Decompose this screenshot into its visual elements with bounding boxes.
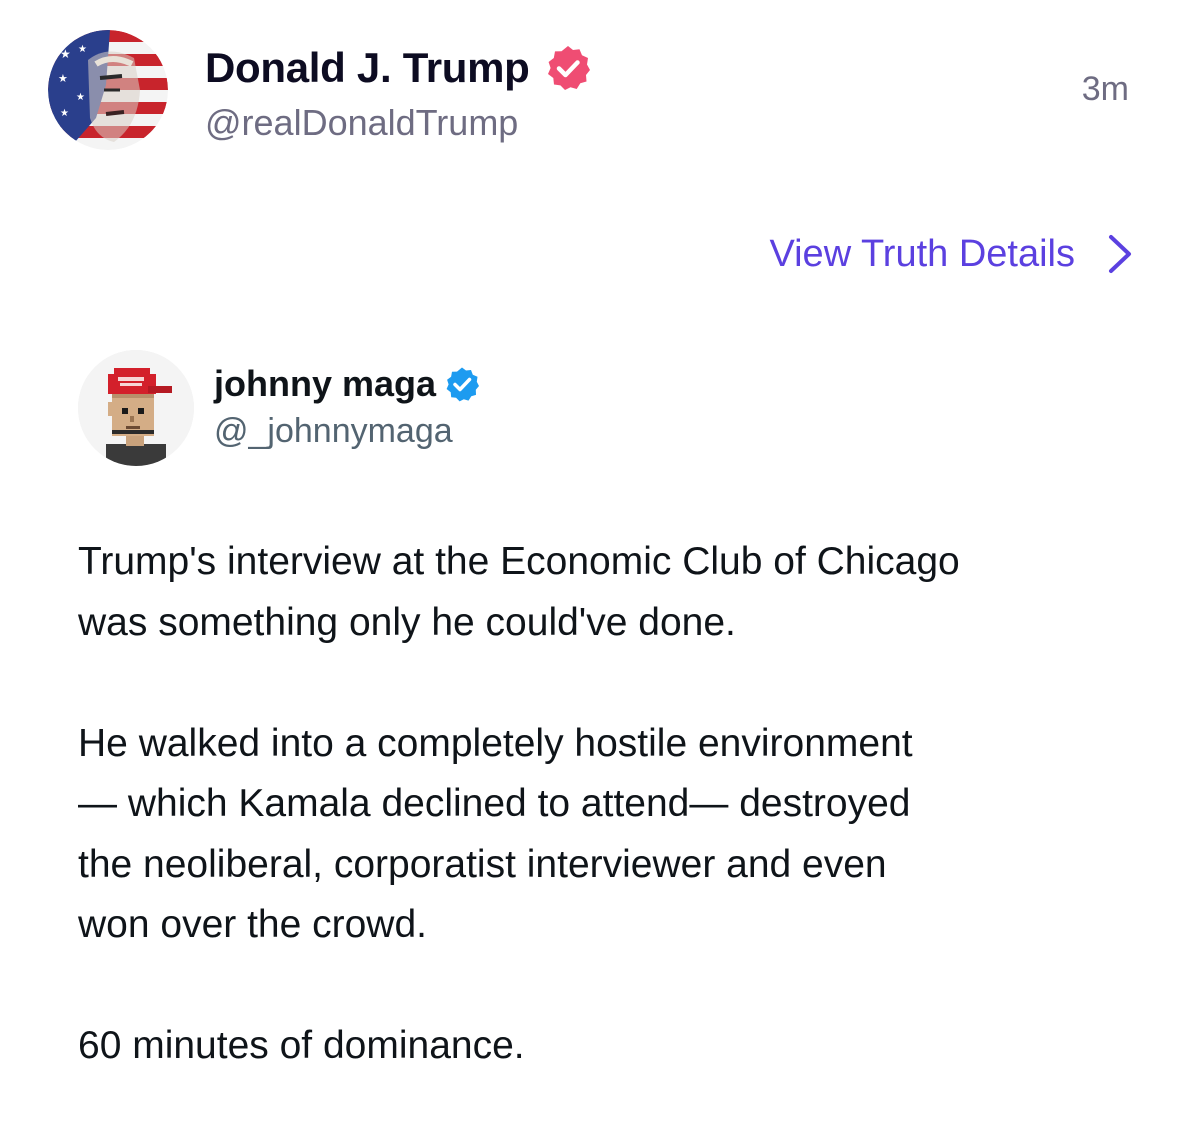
tweet-line: won over the crowd. (78, 903, 428, 946)
truth-author-handle[interactable]: @realDonaldTrump (205, 102, 518, 144)
tweet-line: He walked into a completely hostile envi… (78, 721, 913, 765)
svg-text:★: ★ (58, 72, 68, 85)
verified-badge-icon (547, 46, 590, 90)
tweet-line: Trump's interview at the Economic Club o… (78, 540, 960, 583)
view-truth-details-link[interactable]: View Truth Details (769, 232, 1135, 276)
embedded-tweet-body: Trump's interview at the Economic Club o… (78, 532, 1138, 1077)
tweet-line: — which Kamala declined to attend— destr… (78, 782, 911, 825)
tweet-line: the neoliberal, corporatist interviewer … (78, 842, 887, 886)
svg-text:★: ★ (60, 47, 71, 61)
embedded-author-handle: @_johnnymaga (214, 412, 453, 450)
truth-author-name-row[interactable]: Donald J. Trump (205, 40, 592, 96)
truth-author-name[interactable]: Donald J. Trump (205, 44, 530, 92)
chevron-right-icon (1109, 235, 1131, 273)
embedded-author-avatar (78, 350, 194, 466)
tweet-line: 60 minutes of dominance. (78, 1024, 525, 1067)
verified-badge-icon (446, 367, 480, 402)
tweet-line: was something only he could've done. (78, 600, 736, 644)
svg-text:★: ★ (60, 108, 69, 119)
embedded-author-name: johnny maga (214, 363, 437, 404)
post-timestamp: 3m (1081, 70, 1129, 108)
embedded-tweet-header: johnny maga @_johnnymaga (78, 350, 978, 470)
embedded-author-name-row: johnny maga (214, 362, 480, 406)
truth-author-avatar[interactable]: ★ ★ ★ ★ ★ (48, 30, 168, 150)
flag-portrait-avatar-icon: ★ ★ ★ ★ ★ (48, 30, 168, 150)
svg-text:★: ★ (78, 44, 87, 55)
view-truth-details-label: View Truth Details (769, 232, 1075, 275)
truth-post-header: ★ ★ ★ ★ ★ Donald J. Trump @realDonaldTru… (0, 0, 1179, 180)
svg-text:★: ★ (76, 92, 85, 103)
pixel-maga-hat-avatar-icon (78, 350, 194, 466)
